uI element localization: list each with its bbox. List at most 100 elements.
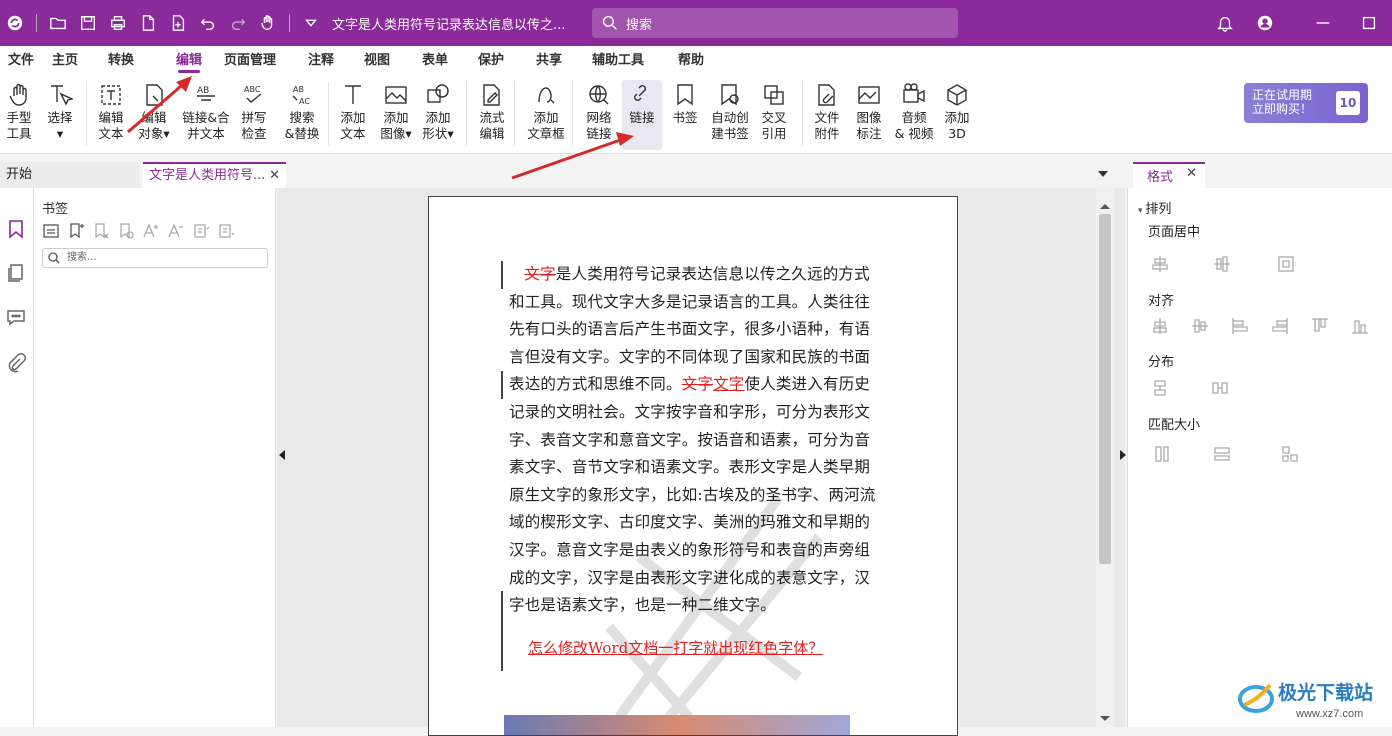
cross-ref-button[interactable]: 交叉 引用 — [756, 80, 792, 150]
new-doc-icon[interactable] — [133, 0, 163, 46]
distribute-vertical-icon[interactable] — [1150, 378, 1172, 398]
menu-item[interactable]: 编辑 — [166, 46, 212, 76]
search-input[interactable]: 搜索 — [592, 8, 958, 38]
comments-panel-icon[interactable] — [5, 306, 27, 328]
document-canvas[interactable]: 文字是人类用符号记录表达信息以传之久远的方式和工具。现代文字大多是记录语言的工具… — [277, 188, 1126, 736]
tab-start[interactable]: 开始 — [0, 162, 140, 188]
decrease-font-icon[interactable] — [167, 222, 185, 240]
menu-item[interactable]: 主页 — [52, 46, 78, 76]
separator — [289, 14, 290, 32]
redo-icon[interactable] — [223, 0, 253, 46]
menu-item[interactable]: 辅助工具 — [592, 46, 644, 76]
tab-list-dropdown-icon[interactable] — [1098, 171, 1108, 177]
quick-access-dropdown-icon[interactable] — [296, 0, 326, 46]
search-replace-icon: AB AC — [288, 80, 316, 110]
attachments-panel-icon[interactable] — [5, 352, 27, 374]
bookmark-panel-icon[interactable] — [5, 218, 27, 240]
collapse-left-panel-icon[interactable] — [279, 450, 285, 460]
tab-close-icon[interactable]: ✕ — [269, 164, 280, 188]
edit-text-button[interactable]: 编辑 文本 — [94, 80, 128, 150]
menu-item[interactable]: 保护 — [478, 46, 504, 76]
center-both-icon[interactable] — [1276, 254, 1298, 274]
add-article-button[interactable]: 添加 文章框 — [522, 80, 570, 150]
menu-item[interactable]: 文件 — [8, 46, 34, 76]
match-both-icon[interactable] — [1280, 444, 1302, 464]
user-avatar-icon[interactable] — [1250, 0, 1280, 46]
image-annot-button[interactable]: 图像 标注 — [852, 80, 886, 150]
select-button[interactable]: 选择 ▾ — [44, 80, 76, 150]
hand-tool-button[interactable]: 手型 工具 — [2, 80, 36, 150]
edit-object-button[interactable]: 编辑 对象▾ — [134, 80, 174, 150]
scroll-up-icon[interactable] — [1100, 204, 1110, 209]
menu-item[interactable]: 视图 — [364, 46, 390, 76]
link-button[interactable]: 链接 — [622, 80, 662, 150]
web-link-button[interactable]: 网络 链接 — [580, 80, 618, 150]
document-page[interactable]: 文字是人类用符号记录表达信息以传之久远的方式和工具。现代文字大多是记录语言的工具… — [428, 196, 958, 736]
center-vertical-icon[interactable] — [1212, 254, 1234, 274]
save-icon[interactable] — [73, 0, 103, 46]
flow-edit-button[interactable]: 流式 编辑 — [474, 80, 510, 150]
ribbon-label: 文件 — [814, 110, 840, 125]
print-icon[interactable] — [103, 0, 133, 46]
tab-document[interactable]: 文字是人类用符号... ✕ — [143, 162, 286, 188]
open-folder-icon[interactable] — [43, 0, 73, 46]
add-shape-button[interactable]: 添加 形状▾ — [420, 80, 456, 150]
collapse-right-panel-icon[interactable] — [1120, 450, 1126, 460]
add-text-button[interactable]: 添加 文本 — [336, 80, 370, 150]
notification-bell-icon[interactable] — [1210, 0, 1240, 46]
increase-font-icon[interactable] — [142, 222, 160, 240]
document-image[interactable] — [504, 715, 850, 735]
align-top-icon[interactable] — [1150, 316, 1172, 336]
menu-item[interactable]: 共享 — [536, 46, 562, 76]
auto-bookmark-button[interactable]: 自动创 建书签 — [706, 80, 754, 150]
search-replace-button[interactable]: AB AC 搜索 &替换 — [282, 80, 322, 150]
add-bookmark-icon[interactable] — [67, 222, 85, 240]
spell-check-button[interactable]: ABC 拼写 检查 — [236, 80, 272, 150]
create-doc-icon[interactable] — [163, 0, 193, 46]
hand-tool-icon[interactable] — [253, 0, 283, 46]
bookmark-options-icon[interactable] — [42, 222, 60, 240]
maximize-icon[interactable] — [1346, 0, 1392, 46]
app-logo-icon[interactable] — [0, 0, 30, 46]
pages-panel-icon[interactable] — [5, 262, 27, 284]
audio-video-icon — [900, 80, 928, 110]
bookmark-toolbar — [42, 222, 235, 240]
align-right-icon[interactable] — [1270, 316, 1292, 336]
scrollbar-thumb[interactable] — [1099, 214, 1111, 564]
bookmark-search-input[interactable]: 搜索... — [42, 248, 268, 268]
align-bottom-icon[interactable] — [1350, 316, 1372, 336]
menu-item[interactable]: 转换 — [108, 46, 134, 76]
trial-promo-button[interactable]: 正在试用期 立即购买！ 10 — [1244, 83, 1368, 123]
undo-icon[interactable] — [193, 0, 223, 46]
distribute-horizontal-icon[interactable] — [1210, 378, 1232, 398]
menu-item[interactable]: 页面管理 — [224, 46, 276, 76]
demote-bookmark-icon[interactable] — [217, 222, 235, 240]
file-attach-button[interactable]: 文件 附件 — [810, 80, 844, 150]
bookmark-button[interactable]: 书签 — [668, 80, 702, 150]
match-height-icon[interactable] — [1212, 444, 1234, 464]
add-3d-button[interactable]: 添加 3D — [940, 80, 974, 150]
expand-bookmark-icon[interactable] — [117, 222, 135, 240]
align-top-edge-icon[interactable] — [1310, 316, 1332, 336]
menu-item[interactable]: 注释 — [308, 46, 334, 76]
align-middle-icon[interactable] — [1190, 316, 1212, 336]
menu-item[interactable]: 表单 — [422, 46, 448, 76]
ribbon-label: ▾ — [56, 126, 64, 141]
document-hyperlink[interactable]: 怎么修改Word文档一打字就出现红色字体？ — [528, 637, 823, 658]
promote-bookmark-icon[interactable] — [192, 222, 210, 240]
align-left-icon[interactable] — [1230, 316, 1252, 336]
tab-format[interactable]: 格式 ✕ — [1133, 162, 1205, 188]
add-image-button[interactable]: 添加 图像▾ — [378, 80, 414, 150]
arrange-section-header[interactable]: ▾ 排列 — [1138, 198, 1171, 217]
format-panel-close-icon[interactable]: ✕ — [1186, 166, 1197, 181]
document-paragraph[interactable]: 文字是人类用符号记录表达信息以传之久远的方式和工具。现代文字大多是记录语言的工具… — [509, 261, 883, 620]
scroll-down-icon[interactable] — [1100, 716, 1110, 721]
vertical-scrollbar[interactable] — [1096, 188, 1114, 727]
delete-bookmark-icon[interactable] — [92, 222, 110, 240]
link-join-text-button[interactable]: AB 链接&合 并文本 — [178, 80, 234, 150]
menu-item[interactable]: 帮助 — [678, 46, 704, 76]
minimize-icon[interactable] — [1300, 0, 1346, 46]
match-width-icon[interactable] — [1152, 444, 1174, 464]
center-horizontal-icon[interactable] — [1150, 254, 1172, 274]
audio-video-button[interactable]: 音频 & 视频 — [894, 80, 934, 150]
